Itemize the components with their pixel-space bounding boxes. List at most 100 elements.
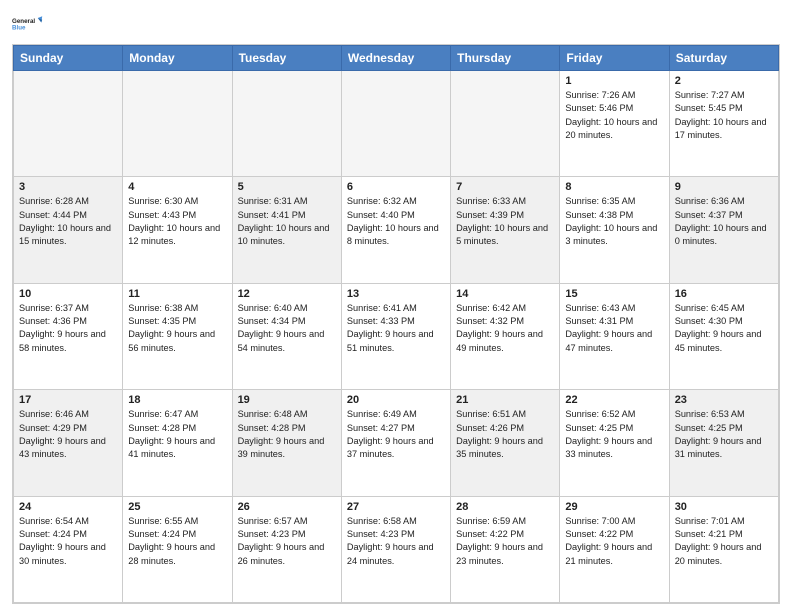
day-number: 6 [347, 181, 445, 193]
day-header-thursday: Thursday [451, 46, 560, 71]
day-info: Sunrise: 6:55 AMSunset: 4:24 PMDaylight:… [128, 515, 226, 568]
day-info: Sunrise: 6:35 AMSunset: 4:38 PMDaylight:… [565, 195, 663, 248]
day-number: 17 [19, 394, 117, 406]
calendar-cell: 6Sunrise: 6:32 AMSunset: 4:40 PMDaylight… [341, 177, 450, 283]
day-info: Sunrise: 6:36 AMSunset: 4:37 PMDaylight:… [675, 195, 773, 248]
day-info: Sunrise: 6:40 AMSunset: 4:34 PMDaylight:… [238, 302, 336, 355]
calendar-cell: 11Sunrise: 6:38 AMSunset: 4:35 PMDayligh… [123, 283, 232, 389]
day-number: 25 [128, 501, 226, 513]
logo-icon: GeneralBlue [12, 10, 44, 38]
day-info: Sunrise: 6:49 AMSunset: 4:27 PMDaylight:… [347, 408, 445, 461]
day-info: Sunrise: 6:28 AMSunset: 4:44 PMDaylight:… [19, 195, 117, 248]
week-row-2: 3 Sunrise: 6:28 AMSunset: 4:44 PMDaylight… [14, 177, 779, 283]
week-row-3: 10 Sunrise: 6:37 AMSunset: 4:36 PMDayligh… [14, 283, 779, 389]
day-info: Sunrise: 6:45 AMSunset: 4:30 PMDaylight:… [675, 302, 773, 355]
calendar-cell: 9 Sunrise: 6:36 AMSunset: 4:37 PMDaylight… [669, 177, 778, 283]
day-number: 18 [128, 394, 226, 406]
day-number: 21 [456, 394, 554, 406]
day-number: 3 [19, 181, 117, 193]
day-info: Sunrise: 6:57 AMSunset: 4:23 PMDaylight:… [238, 515, 336, 568]
day-info: Sunrise: 6:42 AMSunset: 4:32 PMDaylight:… [456, 302, 554, 355]
week-row-5: 24 Sunrise: 6:54 AMSunset: 4:24 PMDayligh… [14, 496, 779, 602]
calendar-cell: 24 Sunrise: 6:54 AMSunset: 4:24 PMDayligh… [14, 496, 123, 602]
day-info: Sunrise: 7:00 AMSunset: 4:22 PMDaylight:… [565, 515, 663, 568]
logo: GeneralBlue [12, 10, 44, 38]
page: GeneralBlue SundayMondayTuesdayWednesday… [0, 0, 792, 612]
day-number: 9 [675, 181, 773, 193]
day-number: 5 [238, 181, 336, 193]
calendar-cell: 15 Sunrise: 6:43 AMSunset: 4:31 PMDayligh… [560, 283, 669, 389]
calendar-cell: 23 Sunrise: 6:53 AMSunset: 4:25 PMDayligh… [669, 390, 778, 496]
day-number: 27 [347, 501, 445, 513]
calendar-cell: 29 Sunrise: 7:00 AMSunset: 4:22 PMDayligh… [560, 496, 669, 602]
day-info: Sunrise: 6:53 AMSunset: 4:25 PMDaylight:… [675, 408, 773, 461]
day-number: 22 [565, 394, 663, 406]
calendar-cell: 12 Sunrise: 6:40 AMSunset: 4:34 PMDayligh… [232, 283, 341, 389]
calendar-cell: 3 Sunrise: 6:28 AMSunset: 4:44 PMDaylight… [14, 177, 123, 283]
day-number: 23 [675, 394, 773, 406]
calendar-cell: 22 Sunrise: 6:52 AMSunset: 4:25 PMDayligh… [560, 390, 669, 496]
day-header-friday: Friday [560, 46, 669, 71]
day-number: 12 [238, 288, 336, 300]
day-header-monday: Monday [123, 46, 232, 71]
day-number: 16 [675, 288, 773, 300]
calendar-cell: 21 Sunrise: 6:51 AMSunset: 4:26 PMDayligh… [451, 390, 560, 496]
day-number: 13 [347, 288, 445, 300]
day-number: 11 [128, 288, 226, 300]
svg-text:General: General [12, 18, 35, 25]
calendar-cell: 30Sunrise: 7:01 AMSunset: 4:21 PMDayligh… [669, 496, 778, 602]
calendar-cell: 13Sunrise: 6:41 AMSunset: 4:33 PMDayligh… [341, 283, 450, 389]
day-info: Sunrise: 7:27 AMSunset: 5:45 PMDaylight:… [675, 89, 773, 142]
week-row-1: 1Sunrise: 7:26 AMSunset: 5:46 PMDaylight… [14, 71, 779, 177]
day-info: Sunrise: 6:37 AMSunset: 4:36 PMDaylight:… [19, 302, 117, 355]
calendar: SundayMondayTuesdayWednesdayThursdayFrid… [12, 44, 780, 604]
day-info: Sunrise: 6:46 AMSunset: 4:29 PMDaylight:… [19, 408, 117, 461]
day-number: 20 [347, 394, 445, 406]
day-info: Sunrise: 6:43 AMSunset: 4:31 PMDaylight:… [565, 302, 663, 355]
day-header-tuesday: Tuesday [232, 46, 341, 71]
day-info: Sunrise: 6:47 AMSunset: 4:28 PMDaylight:… [128, 408, 226, 461]
day-number: 28 [456, 501, 554, 513]
day-number: 15 [565, 288, 663, 300]
calendar-cell: 20 Sunrise: 6:49 AMSunset: 4:27 PMDayligh… [341, 390, 450, 496]
header: GeneralBlue [12, 10, 780, 38]
day-number: 7 [456, 181, 554, 193]
calendar-cell: 16 Sunrise: 6:45 AMSunset: 4:30 PMDayligh… [669, 283, 778, 389]
calendar-cell: 4Sunrise: 6:30 AMSunset: 4:43 PMDaylight… [123, 177, 232, 283]
calendar-cell [232, 71, 341, 177]
day-number: 26 [238, 501, 336, 513]
week-row-4: 17 Sunrise: 6:46 AMSunset: 4:29 PMDayligh… [14, 390, 779, 496]
day-info: Sunrise: 6:54 AMSunset: 4:24 PMDaylight:… [19, 515, 117, 568]
calendar-cell [123, 71, 232, 177]
svg-text:Blue: Blue [12, 25, 26, 32]
day-header-sunday: Sunday [14, 46, 123, 71]
calendar-cell: 18 Sunrise: 6:47 AMSunset: 4:28 PMDayligh… [123, 390, 232, 496]
day-info: Sunrise: 6:51 AMSunset: 4:26 PMDaylight:… [456, 408, 554, 461]
day-number: 10 [19, 288, 117, 300]
day-number: 19 [238, 394, 336, 406]
day-info: Sunrise: 6:59 AMSunset: 4:22 PMDaylight:… [456, 515, 554, 568]
calendar-cell [14, 71, 123, 177]
day-number: 14 [456, 288, 554, 300]
calendar-cell: 7 Sunrise: 6:33 AMSunset: 4:39 PMDaylight… [451, 177, 560, 283]
day-info: Sunrise: 7:26 AMSunset: 5:46 PMDaylight:… [565, 89, 663, 142]
day-info: Sunrise: 6:48 AMSunset: 4:28 PMDaylight:… [238, 408, 336, 461]
calendar-cell: 28 Sunrise: 6:59 AMSunset: 4:22 PMDayligh… [451, 496, 560, 602]
calendar-cell [341, 71, 450, 177]
day-number: 4 [128, 181, 226, 193]
calendar-cell: 14 Sunrise: 6:42 AMSunset: 4:32 PMDayligh… [451, 283, 560, 389]
calendar-cell: 26 Sunrise: 6:57 AMSunset: 4:23 PMDayligh… [232, 496, 341, 602]
day-info: Sunrise: 6:52 AMSunset: 4:25 PMDaylight:… [565, 408, 663, 461]
day-info: Sunrise: 6:58 AMSunset: 4:23 PMDaylight:… [347, 515, 445, 568]
day-info: Sunrise: 6:31 AMSunset: 4:41 PMDaylight:… [238, 195, 336, 248]
day-info: Sunrise: 6:33 AMSunset: 4:39 PMDaylight:… [456, 195, 554, 248]
day-header-wednesday: Wednesday [341, 46, 450, 71]
calendar-cell: 25 Sunrise: 6:55 AMSunset: 4:24 PMDayligh… [123, 496, 232, 602]
day-number: 24 [19, 501, 117, 513]
day-number: 29 [565, 501, 663, 513]
calendar-cell: 1Sunrise: 7:26 AMSunset: 5:46 PMDaylight… [560, 71, 669, 177]
calendar-cell: 10 Sunrise: 6:37 AMSunset: 4:36 PMDayligh… [14, 283, 123, 389]
day-number: 2 [675, 75, 773, 87]
calendar-cell: 5 Sunrise: 6:31 AMSunset: 4:41 PMDaylight… [232, 177, 341, 283]
calendar-cell: 17 Sunrise: 6:46 AMSunset: 4:29 PMDayligh… [14, 390, 123, 496]
